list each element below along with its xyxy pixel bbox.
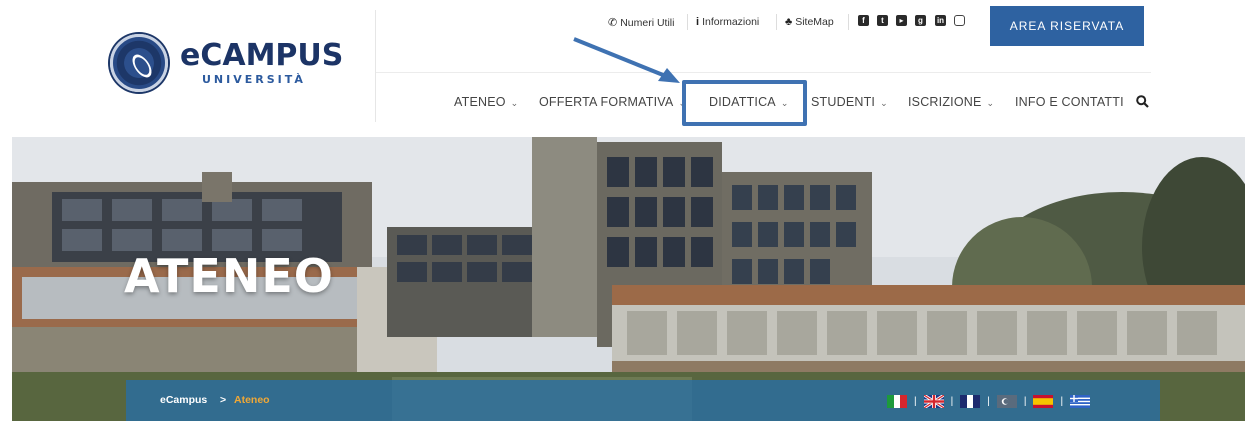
phone-icon: ✆ xyxy=(608,17,618,29)
nav-item-info-e-contatti[interactable]: INFO E CONTATTI xyxy=(1015,95,1124,109)
sitemap-icon: ♣ xyxy=(785,16,793,28)
utility-separator xyxy=(776,14,777,30)
facebook-icon[interactable]: f xyxy=(858,15,869,26)
english-flag-icon[interactable] xyxy=(923,394,944,408)
numeri-utili-link[interactable]: ✆ Numeri Utili xyxy=(608,16,674,29)
logo-wordmark: eCAMPUS xyxy=(180,37,344,73)
breadcrumb-current: Ateneo xyxy=(234,394,270,406)
instagram-icon[interactable] xyxy=(954,15,965,26)
breadcrumb: eCampus > Ateneo | | | | | xyxy=(126,380,1160,421)
nav-item-offerta-formativa[interactable]: OFFERTA FORMATIVA ⌄ xyxy=(539,95,686,109)
turkish-flag-icon[interactable] xyxy=(996,394,1017,408)
sitemap-link[interactable]: ♣ SiteMap xyxy=(785,16,834,28)
area-riservata-button[interactable]: AREA RISERVATA xyxy=(990,6,1144,46)
linkedin-icon[interactable]: in xyxy=(935,15,946,26)
italian-flag-icon[interactable] xyxy=(887,394,907,408)
spanish-flag-icon[interactable] xyxy=(1033,394,1054,408)
utility-separator xyxy=(848,14,849,30)
nav-item-studenti[interactable]: STUDENTI ⌄ xyxy=(811,95,888,109)
chevron-down-icon: ⌄ xyxy=(986,98,995,108)
hero-banner: ATENEO eCampus > Ateneo | | | | | xyxy=(12,137,1245,421)
nav-item-ateneo[interactable]: ATENEO ⌄ xyxy=(454,95,518,109)
hero-title: ATENEO xyxy=(124,249,334,303)
annotation-arrow-icon xyxy=(573,37,680,83)
info-icon: i xyxy=(696,16,700,28)
chevron-down-icon: ⌄ xyxy=(510,98,519,108)
annotation-highlight-box xyxy=(682,80,807,126)
nav-item-iscrizione[interactable]: ISCRIZIONE ⌄ xyxy=(908,95,994,109)
search-icon[interactable] xyxy=(1136,95,1149,108)
twitter-icon[interactable]: t xyxy=(877,15,888,26)
greek-flag-icon[interactable] xyxy=(1070,394,1091,408)
youtube-icon[interactable]: ▸ xyxy=(896,15,907,26)
utility-separator xyxy=(687,14,688,30)
breadcrumb-home-link[interactable]: eCampus xyxy=(160,394,207,406)
informazioni-link[interactable]: i Informazioni xyxy=(696,16,759,28)
main-navigation: ATENEO ⌄ OFFERTA FORMATIVA ⌄ DIDATTICA ⌄ ST… xyxy=(0,85,1245,125)
breadcrumb-separator: > xyxy=(220,394,227,406)
language-switcher: | | | | | xyxy=(883,394,1094,408)
google-plus-icon[interactable]: g xyxy=(915,15,926,26)
french-flag-icon[interactable] xyxy=(960,394,981,408)
chevron-down-icon: ⌄ xyxy=(880,98,888,108)
logo-subtitle: UNIVERSITÀ xyxy=(202,72,306,86)
header-divider-horizontal xyxy=(376,72,1151,73)
